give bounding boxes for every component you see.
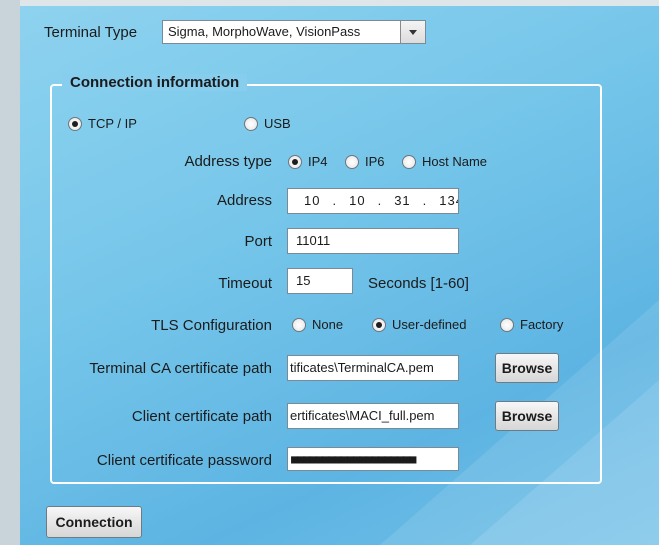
terminal-type-label: Terminal Type: [44, 24, 138, 41]
radio-ip4[interactable]: IP4: [288, 154, 328, 169]
port-input[interactable]: 11011: [287, 228, 459, 254]
timeout-label: Timeout: [218, 275, 272, 292]
connection-button[interactable]: Connection: [46, 506, 142, 538]
radio-empty-icon: [292, 317, 306, 332]
browse-terminal-ca-button[interactable]: Browse: [495, 353, 559, 383]
terminal-type-dropdown[interactable]: Sigma, MorphoWave, VisionPass: [162, 20, 426, 44]
radio-tls-none[interactable]: None: [292, 317, 343, 332]
radio-ip6[interactable]: IP6: [345, 154, 385, 169]
radio-empty-icon: [244, 116, 258, 131]
radio-empty-icon: [402, 154, 416, 169]
radio-tcpip[interactable]: TCP / IP: [68, 116, 137, 131]
port-label: Port: [244, 233, 272, 250]
radio-empty-icon: [500, 317, 514, 332]
browse-client-cert-button[interactable]: Browse: [495, 401, 559, 431]
terminal-type-selected: Sigma, MorphoWave, VisionPass: [168, 24, 361, 39]
radio-tls-factory[interactable]: Factory: [500, 317, 563, 332]
radio-empty-icon: [345, 154, 359, 169]
address-label: Address: [216, 192, 272, 209]
radio-selected-icon: [288, 154, 302, 169]
connection-info-title: Connection information: [62, 74, 248, 91]
address-type-label: Address type: [184, 153, 272, 170]
address-input[interactable]: 10.10.31.134: [287, 188, 459, 214]
terminal-ca-path-label: Terminal CA certificate path: [89, 360, 272, 377]
radio-selected-icon: [372, 317, 386, 332]
radio-selected-icon: [68, 116, 82, 131]
terminal-ca-path-input[interactable]: tificates\TerminalCA.pem: [287, 355, 459, 381]
radio-host-name[interactable]: Host Name: [402, 154, 487, 169]
tls-config-label: TLS Configuration: [151, 317, 272, 334]
radio-tls-user-defined[interactable]: User-defined: [372, 317, 466, 332]
timeout-input[interactable]: 15: [287, 268, 353, 294]
client-cert-password-input[interactable]: ■■■■■■■■■■■■■■■■■■■■: [287, 447, 459, 471]
radio-usb[interactable]: USB: [244, 116, 291, 131]
chevron-down-icon[interactable]: [400, 21, 425, 43]
client-cert-path-label: Client certificate path: [131, 408, 272, 425]
client-cert-password-label: Client certificate password: [96, 452, 272, 469]
client-cert-path-input[interactable]: ertificates\MACI_full.pem: [287, 403, 459, 429]
timeout-unit: Seconds [1-60]: [368, 275, 469, 292]
